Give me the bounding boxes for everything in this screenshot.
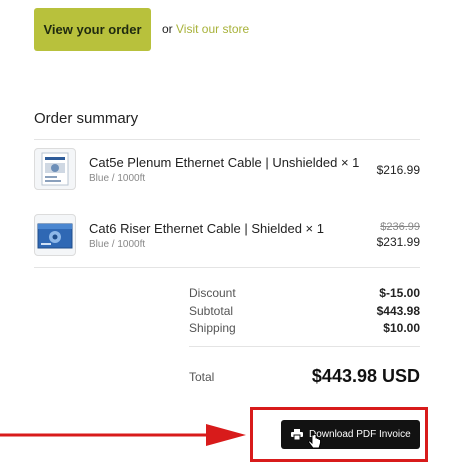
item-price: $231.99	[376, 235, 420, 249]
shipping-value: $10.00	[383, 321, 420, 335]
subtotal-value: $443.98	[376, 304, 420, 318]
item-price: $216.99	[376, 163, 420, 177]
divider	[34, 139, 420, 140]
store-link-row: or Visit our store	[162, 22, 249, 36]
cable-box-blue-icon	[34, 214, 76, 256]
download-pdf-label: Download PDF Invoice	[309, 429, 411, 440]
view-order-button[interactable]: View your order	[34, 8, 151, 51]
discount-value: $-15.00	[379, 286, 420, 300]
total-value: $443.98 USD	[311, 366, 420, 386]
or-text: or	[162, 22, 173, 36]
printer-icon	[291, 429, 303, 440]
item-variant: Blue / 1000ft	[89, 239, 146, 250]
item-original-price: $236.99	[380, 221, 420, 233]
download-pdf-invoice-button[interactable]: Download PDF Invoice	[281, 420, 420, 449]
item-title: Cat5e Plenum Ethernet Cable | Unshielded…	[89, 155, 360, 170]
divider	[189, 346, 420, 347]
visit-store-link[interactable]: Visit our store	[176, 22, 249, 36]
red-arrow-icon	[0, 424, 246, 446]
order-summary-title: Order summary	[34, 110, 139, 127]
hand-cursor-icon	[308, 434, 321, 449]
shipping-label: Shipping	[189, 321, 236, 335]
item-variant: Blue / 1000ft	[89, 173, 146, 184]
item-title: Cat6 Riser Ethernet Cable | Shielded × 1	[89, 221, 324, 236]
discount-label: Discount	[189, 286, 236, 300]
total-label: Total	[189, 370, 215, 384]
divider	[34, 267, 420, 268]
cable-box-white-icon	[34, 148, 76, 190]
subtotal-label: Subtotal	[189, 304, 234, 318]
